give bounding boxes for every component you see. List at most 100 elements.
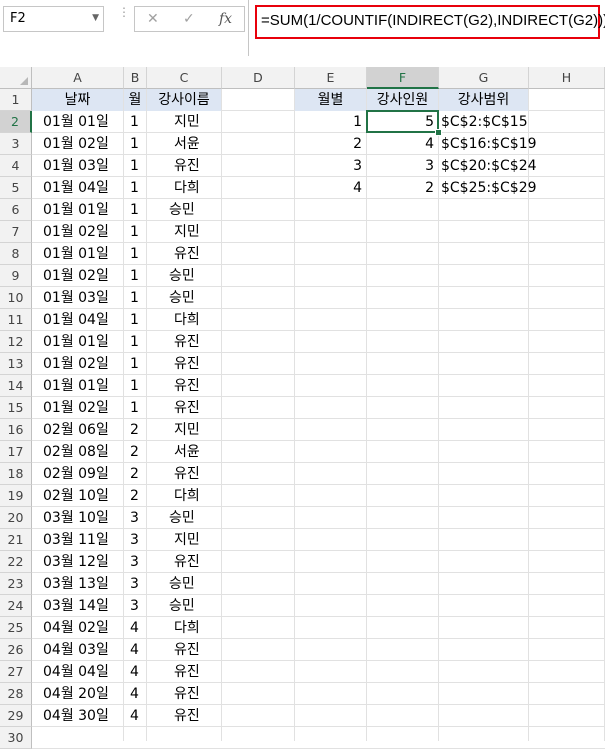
row-header-25[interactable]: 25 bbox=[0, 617, 32, 639]
teacher-cell[interactable]: 승민 bbox=[147, 287, 221, 309]
month-cell[interactable]: 4 bbox=[124, 639, 146, 661]
row-header-15[interactable]: 15 bbox=[0, 397, 32, 419]
row-header-11[interactable]: 11 bbox=[0, 309, 32, 331]
month-cell[interactable]: 2 bbox=[124, 485, 146, 507]
column-header-h[interactable]: H bbox=[529, 67, 605, 89]
teacher-cell[interactable]: 지민 bbox=[147, 419, 221, 441]
insert-function-icon[interactable]: fx bbox=[219, 11, 232, 27]
teacher-cell[interactable]: 유진 bbox=[147, 375, 221, 397]
month-cell[interactable]: 1 bbox=[124, 199, 146, 221]
fill-handle[interactable] bbox=[435, 129, 442, 136]
column-header-a[interactable]: A bbox=[32, 67, 124, 89]
row-header-2[interactable]: 2 bbox=[0, 111, 32, 133]
date-cell[interactable]: 04월 03일 bbox=[32, 639, 123, 661]
row-header-28[interactable]: 28 bbox=[0, 683, 32, 705]
summary-range-cell[interactable]: $C$20:$C$24 bbox=[439, 155, 537, 177]
date-cell[interactable]: 01월 02일 bbox=[32, 221, 123, 243]
header-month-label[interactable]: 월별 bbox=[295, 89, 366, 111]
teacher-cell[interactable]: 유진 bbox=[147, 397, 221, 419]
month-cell[interactable]: 3 bbox=[124, 595, 146, 617]
month-cell[interactable]: 2 bbox=[124, 463, 146, 485]
summary-month-cell[interactable]: 1 bbox=[295, 111, 366, 133]
date-cell[interactable]: 03월 10일 bbox=[32, 507, 123, 529]
name-box[interactable]: F2 ▼ bbox=[3, 6, 104, 32]
date-cell[interactable]: 03월 11일 bbox=[32, 529, 123, 551]
date-cell[interactable]: 01월 01일 bbox=[32, 331, 123, 353]
month-cell[interactable]: 3 bbox=[124, 507, 146, 529]
summary-month-cell[interactable]: 2 bbox=[295, 133, 366, 155]
row-header-17[interactable]: 17 bbox=[0, 441, 32, 463]
teacher-cell[interactable]: 유진 bbox=[147, 639, 221, 661]
date-cell[interactable]: 02월 09일 bbox=[32, 463, 123, 485]
date-cell[interactable]: 04월 20일 bbox=[32, 683, 123, 705]
formula-highlight[interactable]: =SUM(1/COUNTIF(INDIRECT(G2),INDIRECT(G2)… bbox=[255, 5, 605, 39]
date-cell[interactable]: 02월 08일 bbox=[32, 441, 123, 463]
column-header-f[interactable]: F bbox=[367, 67, 439, 89]
row-header-29[interactable]: 29 bbox=[0, 705, 32, 727]
row-header-21[interactable]: 21 bbox=[0, 529, 32, 551]
date-cell[interactable]: 02월 10일 bbox=[32, 485, 123, 507]
date-cell[interactable]: 01월 03일 bbox=[32, 155, 123, 177]
header-month[interactable]: 월 bbox=[124, 89, 146, 111]
teacher-cell[interactable]: 지민 bbox=[147, 529, 221, 551]
month-cell[interactable]: 1 bbox=[124, 309, 146, 331]
teacher-cell[interactable]: 서윤 bbox=[147, 133, 221, 155]
summary-month-cell[interactable]: 4 bbox=[295, 177, 366, 199]
month-cell[interactable]: 2 bbox=[124, 419, 146, 441]
date-cell[interactable]: 04월 02일 bbox=[32, 617, 123, 639]
row-header-24[interactable]: 24 bbox=[0, 595, 32, 617]
month-cell[interactable]: 1 bbox=[124, 265, 146, 287]
teacher-cell[interactable]: 유진 bbox=[147, 155, 221, 177]
row-header-1[interactable]: 1 bbox=[0, 89, 32, 111]
row-header-6[interactable]: 6 bbox=[0, 199, 32, 221]
date-cell[interactable]: 01월 02일 bbox=[32, 265, 123, 287]
teacher-cell[interactable]: 서윤 bbox=[147, 441, 221, 463]
month-cell[interactable]: 1 bbox=[124, 375, 146, 397]
teacher-cell[interactable]: 승민 bbox=[147, 265, 221, 287]
date-cell[interactable]: 01월 01일 bbox=[32, 375, 123, 397]
summary-count-cell[interactable]: 4 bbox=[367, 133, 438, 155]
column-header-d[interactable]: D bbox=[222, 67, 295, 89]
row-header-8[interactable]: 8 bbox=[0, 243, 32, 265]
teacher-cell[interactable]: 다희 bbox=[147, 309, 221, 331]
month-cell[interactable]: 1 bbox=[124, 133, 146, 155]
row-header-4[interactable]: 4 bbox=[0, 155, 32, 177]
column-header-b[interactable]: B bbox=[124, 67, 147, 89]
month-cell[interactable]: 1 bbox=[124, 111, 146, 133]
summary-month-cell[interactable]: 3 bbox=[295, 155, 366, 177]
summary-count-cell[interactable]: 3 bbox=[367, 155, 438, 177]
row-header-30[interactable]: 30 bbox=[0, 727, 32, 749]
header-count[interactable]: 강사인원 bbox=[367, 89, 438, 111]
date-cell[interactable]: 01월 01일 bbox=[32, 243, 123, 265]
row-header-14[interactable]: 14 bbox=[0, 375, 32, 397]
row-header-22[interactable]: 22 bbox=[0, 551, 32, 573]
date-cell[interactable]: 03월 12일 bbox=[32, 551, 123, 573]
date-cell[interactable]: 01월 01일 bbox=[32, 111, 123, 133]
month-cell[interactable]: 1 bbox=[124, 177, 146, 199]
row-header-23[interactable]: 23 bbox=[0, 573, 32, 595]
date-cell[interactable]: 01월 01일 bbox=[32, 199, 123, 221]
teacher-cell[interactable]: 유진 bbox=[147, 331, 221, 353]
month-cell[interactable]: 4 bbox=[124, 683, 146, 705]
teacher-cell[interactable]: 유진 bbox=[147, 243, 221, 265]
chevron-down-icon[interactable]: ▼ bbox=[92, 13, 99, 23]
month-cell[interactable]: 1 bbox=[124, 221, 146, 243]
row-header-3[interactable]: 3 bbox=[0, 133, 32, 155]
row-header-13[interactable]: 13 bbox=[0, 353, 32, 375]
active-cell-f2[interactable] bbox=[366, 110, 439, 133]
header-teacher[interactable]: 강사이름 bbox=[147, 89, 221, 111]
date-cell[interactable]: 03월 14일 bbox=[32, 595, 123, 617]
teacher-cell[interactable]: 승민 bbox=[147, 199, 221, 221]
column-header-c[interactable]: C bbox=[147, 67, 222, 89]
teacher-cell[interactable]: 유진 bbox=[147, 551, 221, 573]
row-header-10[interactable]: 10 bbox=[0, 287, 32, 309]
enter-icon[interactable]: ✓ bbox=[183, 11, 195, 27]
row-header-20[interactable]: 20 bbox=[0, 507, 32, 529]
month-cell[interactable]: 1 bbox=[124, 353, 146, 375]
date-cell[interactable]: 02월 06일 bbox=[32, 419, 123, 441]
teacher-cell[interactable]: 다희 bbox=[147, 177, 221, 199]
month-cell[interactable]: 1 bbox=[124, 155, 146, 177]
month-cell[interactable]: 1 bbox=[124, 243, 146, 265]
month-cell[interactable]: 1 bbox=[124, 331, 146, 353]
row-header-16[interactable]: 16 bbox=[0, 419, 32, 441]
